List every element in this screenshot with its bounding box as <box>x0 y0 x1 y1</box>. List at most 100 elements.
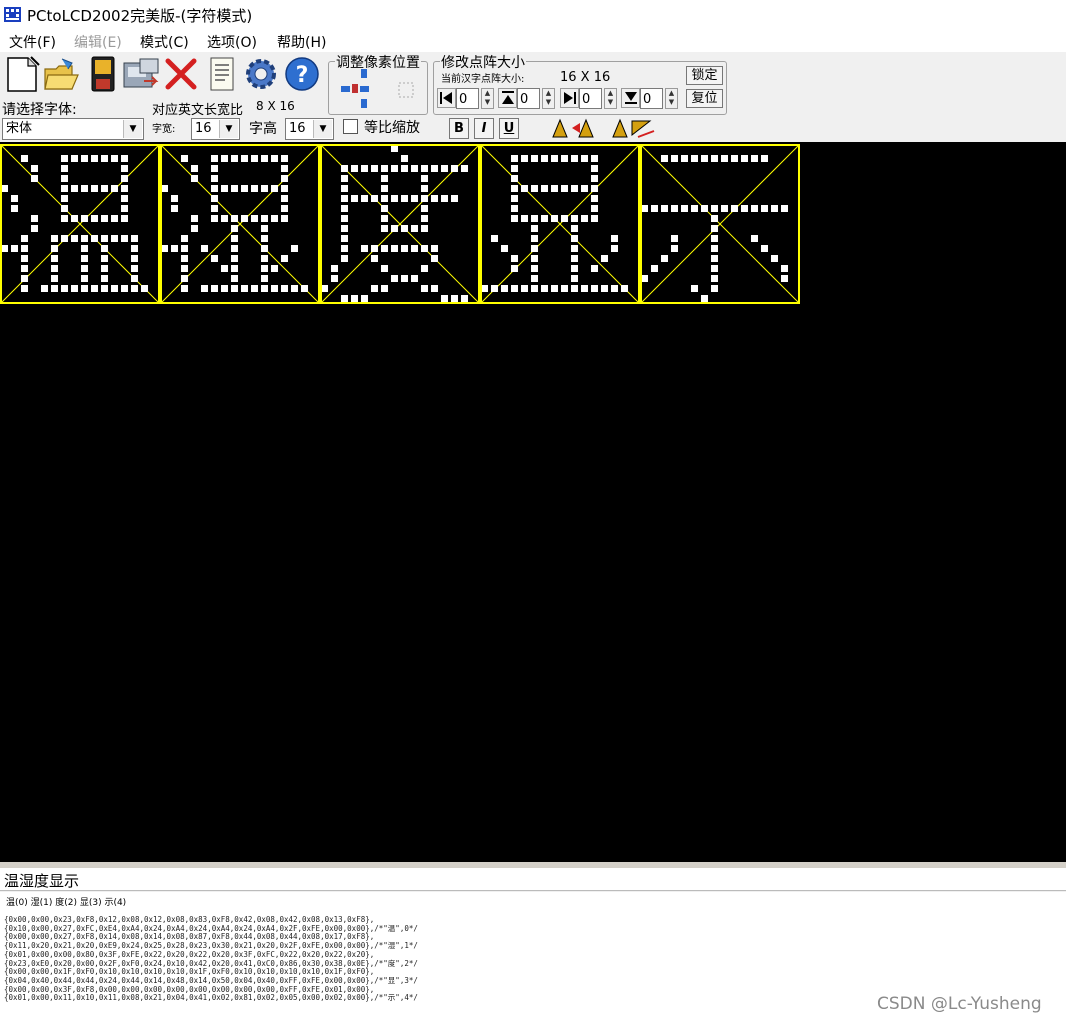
pixel-dot <box>121 205 128 212</box>
pixel-dot <box>441 165 448 172</box>
menu-file[interactable]: 文件(F) <box>9 32 56 52</box>
menu-edit[interactable]: 编辑(E) <box>74 32 122 52</box>
height-label: 字高 <box>249 121 277 137</box>
dot-matrix-canvas[interactable] <box>0 142 1066 862</box>
pixel-dot <box>91 185 98 192</box>
pixel-dot <box>381 175 388 182</box>
pixel-dot <box>341 185 348 192</box>
pixel-dot <box>31 215 38 222</box>
spin-right[interactable]: 0 <box>579 88 602 109</box>
glyph-cell[interactable] <box>480 144 640 304</box>
pixel-dot <box>611 285 618 292</box>
pixel-dot <box>521 285 528 292</box>
pixel-dot <box>551 185 558 192</box>
glyph-cell[interactable] <box>640 144 800 304</box>
font-select-value: 宋体 <box>6 121 33 136</box>
pixel-dot <box>481 285 488 292</box>
pixel-dot <box>121 185 128 192</box>
help-icon[interactable]: ? <box>283 55 321 93</box>
pixel-dot <box>431 245 438 252</box>
pixel-dot <box>381 205 388 212</box>
font-select[interactable]: 宋体 ▼ <box>2 118 144 140</box>
open-folder-icon[interactable] <box>42 55 80 93</box>
pixel-dot <box>421 245 428 252</box>
move-top-icon <box>502 91 514 104</box>
pixel-dot <box>711 215 718 222</box>
settings-gear-icon[interactable] <box>242 55 280 93</box>
pixel-dot <box>271 265 278 272</box>
shrink-top-button[interactable] <box>498 88 517 108</box>
lock-button[interactable]: 锁定 <box>686 66 723 85</box>
pixel-dot <box>421 195 428 202</box>
underline-button[interactable]: U <box>499 118 519 139</box>
pixel-dot <box>101 285 108 292</box>
glyph-cell[interactable] <box>160 144 320 304</box>
pixel-dot <box>501 245 508 252</box>
pixel-dot <box>261 245 268 252</box>
notes-icon[interactable] <box>203 55 241 93</box>
menu-help[interactable]: 帮助(H) <box>277 32 326 52</box>
height-select[interactable]: 16 ▼ <box>285 118 334 140</box>
pixel-dot <box>171 245 178 252</box>
pixel-dot <box>531 255 538 262</box>
pixel-dot <box>661 155 668 162</box>
shrink-right-button[interactable] <box>560 88 579 108</box>
pixel-dot <box>431 165 438 172</box>
delete-icon[interactable] <box>162 55 200 93</box>
pixel-dot <box>591 155 598 162</box>
pixel-dot <box>521 155 528 162</box>
menu-mode[interactable]: 模式(C) <box>140 32 189 52</box>
shrink-left-button[interactable] <box>437 88 456 108</box>
generate-icon[interactable] <box>122 55 160 93</box>
pixel-dot <box>701 205 708 212</box>
pixel-dot <box>591 165 598 172</box>
mirror-icon[interactable] <box>610 117 656 139</box>
pixel-dot <box>91 285 98 292</box>
modify-size-title: 修改点阵大小 <box>440 52 526 72</box>
pixel-dot <box>541 185 548 192</box>
pixel-dot <box>61 165 68 172</box>
spin-bottom-arrows[interactable]: ▲ ▼ <box>665 88 678 109</box>
new-file-icon[interactable] <box>4 55 42 93</box>
pixel-dot <box>101 215 108 222</box>
pixel-dot <box>391 195 398 202</box>
shrink-bottom-button[interactable] <box>621 88 640 108</box>
reset-button[interactable]: 复位 <box>686 89 723 108</box>
pixel-dot <box>531 225 538 232</box>
spin-left-arrows[interactable]: ▲ ▼ <box>481 88 494 109</box>
glyph-cell[interactable] <box>320 144 480 304</box>
pixel-dot <box>111 185 118 192</box>
pixel-dot <box>101 155 108 162</box>
spin-left[interactable]: 0 <box>456 88 479 109</box>
spin-top[interactable]: 0 <box>517 88 540 109</box>
bold-button[interactable]: B <box>449 118 469 139</box>
pixel-dot <box>561 285 568 292</box>
pixel-dot <box>561 185 568 192</box>
pixel-dot <box>531 285 538 292</box>
pixel-dot <box>401 155 408 162</box>
save-icon[interactable] <box>84 55 122 93</box>
text-input[interactable]: 温湿度显示 <box>0 868 1066 891</box>
pixel-move-arrows-icon[interactable] <box>340 68 370 112</box>
pixel-dot <box>671 235 678 242</box>
rotate-icon[interactable] <box>550 117 596 139</box>
menu-options[interactable]: 选项(O) <box>207 32 257 52</box>
center-pixel-icon[interactable] <box>396 80 416 100</box>
pixel-dot <box>61 175 68 182</box>
pixel-dot <box>431 285 438 292</box>
pixel-dot <box>181 245 188 252</box>
glyph-cell[interactable] <box>0 144 160 304</box>
svg-text:?: ? <box>296 63 309 88</box>
spin-top-arrows[interactable]: ▲ ▼ <box>542 88 555 109</box>
width-select[interactable]: 16 ▼ <box>191 118 240 140</box>
pixel-dot <box>231 255 238 262</box>
proportional-checkbox[interactable] <box>343 119 358 134</box>
spin-bottom[interactable]: 0 <box>640 88 663 109</box>
move-bottom-icon <box>625 92 637 104</box>
pixel-dot <box>231 225 238 232</box>
pixel-dot <box>421 215 428 222</box>
pixel-dot <box>21 235 28 242</box>
spin-right-arrows[interactable]: ▲ ▼ <box>604 88 617 109</box>
pixel-dot <box>321 285 328 292</box>
italic-button[interactable]: I <box>474 118 494 139</box>
